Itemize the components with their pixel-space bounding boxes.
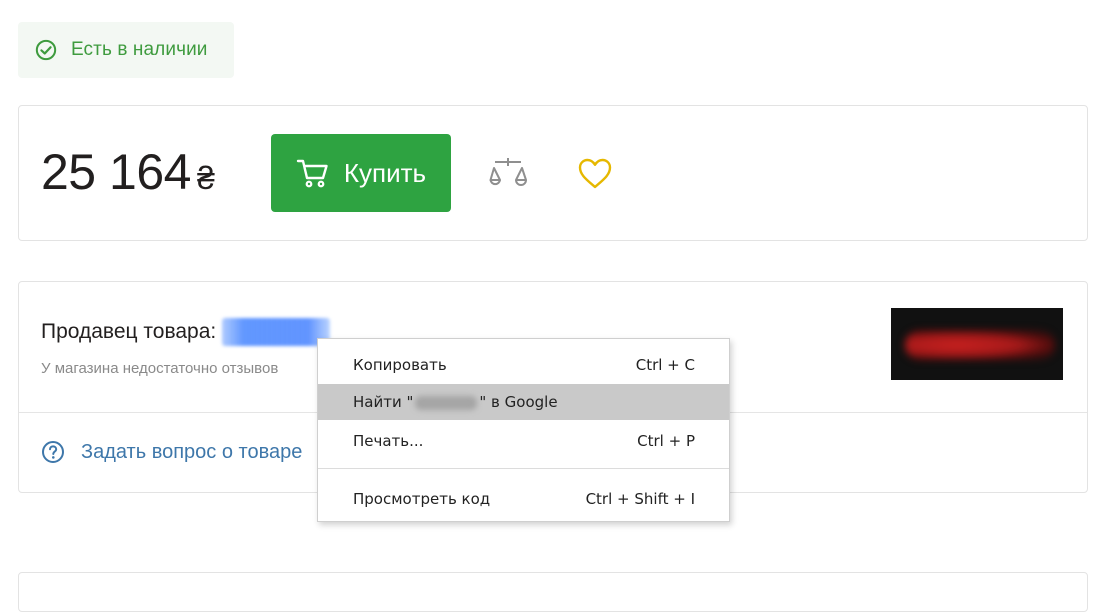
context-menu-item-shortcut: Ctrl + C bbox=[635, 356, 695, 374]
heart-icon[interactable] bbox=[577, 156, 613, 192]
context-menu-item-shortcut: Ctrl + P bbox=[637, 432, 695, 450]
price-value: 25 164 bbox=[41, 144, 191, 200]
currency-symbol: ₴ bbox=[196, 160, 215, 196]
seller-label: Продавец товара: bbox=[41, 320, 217, 343]
context-menu-item-label: Просмотреть код bbox=[353, 490, 491, 508]
cart-icon bbox=[296, 159, 328, 188]
context-menu-item-label: Печать... bbox=[353, 432, 424, 450]
context-menu-separator bbox=[318, 468, 729, 469]
seller-name-redacted[interactable] bbox=[222, 318, 331, 346]
context-menu-item-label: Копировать bbox=[353, 356, 447, 374]
search-label-suffix: " в Google bbox=[479, 393, 558, 411]
buy-button-label: Купить bbox=[343, 157, 427, 188]
redacted-search-term bbox=[415, 395, 478, 410]
context-menu-item-inspect[interactable]: Просмотреть код Ctrl + Shift + I bbox=[318, 481, 729, 517]
buy-button[interactable]: Купить bbox=[271, 134, 451, 212]
search-label-prefix: Найти " bbox=[353, 393, 414, 411]
context-menu-item-copy[interactable]: Копировать Ctrl + C bbox=[318, 347, 729, 383]
context-menu-item-label: Найти " " в Google bbox=[353, 393, 558, 411]
context-menu-item-print[interactable]: Печать... Ctrl + P bbox=[318, 423, 729, 459]
price: 25 164 ₴ bbox=[41, 142, 215, 208]
context-menu-item-search-google[interactable]: Найти " " в Google bbox=[318, 384, 729, 420]
seller-line: Продавец товара: bbox=[41, 318, 331, 346]
next-card bbox=[18, 572, 1088, 612]
price-card: 25 164 ₴ Купить bbox=[18, 105, 1088, 241]
context-menu: Копировать Ctrl + C Найти " " в Google Пе… bbox=[317, 338, 730, 522]
ask-question-link[interactable]: Задать вопрос о товаре bbox=[41, 440, 302, 464]
compare-scales-icon[interactable] bbox=[489, 156, 527, 192]
check-circle-icon bbox=[35, 39, 57, 61]
question-circle-icon bbox=[42, 441, 64, 463]
seller-logo-redacted[interactable] bbox=[891, 308, 1063, 380]
availability-badge: Есть в наличии bbox=[18, 22, 234, 78]
seller-reviews-note: У магазина недостаточно отзывов bbox=[41, 360, 279, 377]
ask-question-label: Задать вопрос о товаре bbox=[81, 440, 303, 463]
availability-text: Есть в наличии bbox=[71, 39, 208, 60]
context-menu-item-shortcut: Ctrl + Shift + I bbox=[585, 490, 695, 508]
